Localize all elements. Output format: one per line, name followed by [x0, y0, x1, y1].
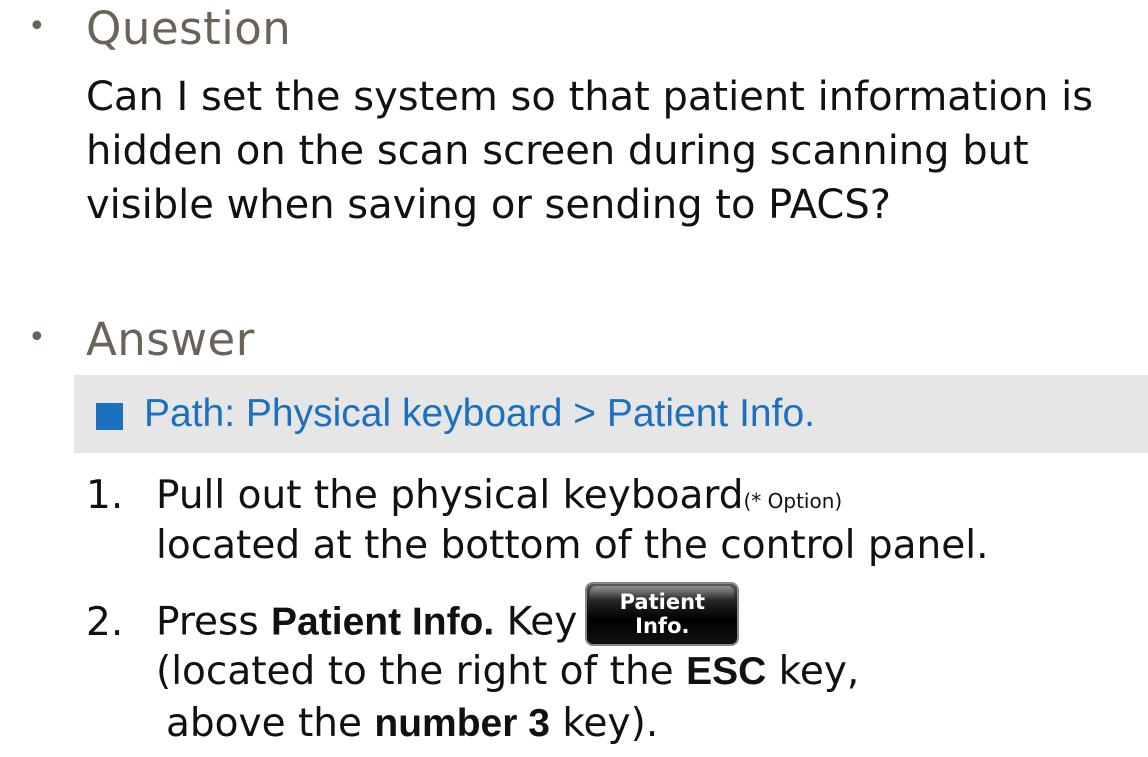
- step-2-line-2-post: key,: [766, 649, 860, 694]
- step-2-line-3: above the number 3 key).: [166, 697, 658, 751]
- key-icon-line-2: Info.: [635, 614, 690, 638]
- step-2-line-2-pre: (located to the right of the: [156, 649, 687, 694]
- step-2-line-2: (located to the right of the ESC key,: [156, 645, 859, 699]
- answer-bullet: •: [28, 320, 46, 355]
- question-heading: Question: [86, 2, 292, 55]
- patient-info-key-name: Patient Info.: [271, 600, 495, 644]
- patient-info-key-icon: Patient Info.: [585, 582, 740, 646]
- step-1-number: 1.: [86, 473, 124, 518]
- answer-heading: Answer: [86, 313, 255, 366]
- step-2-press: Press: [156, 599, 272, 645]
- question-text: Can I set the system so that patient inf…: [86, 74, 1094, 228]
- key-icon-line-1: Patient: [619, 590, 706, 614]
- step-2-key-word: Key: [494, 599, 578, 645]
- option-note: (* Option): [743, 489, 843, 513]
- square-icon: [96, 403, 123, 430]
- path-banner: Path: Physical keyboard > Patient Info.: [74, 375, 1148, 453]
- esc-key-name: ESC: [686, 650, 767, 693]
- path-text: Path: Physical keyboard > Patient Info.: [144, 392, 815, 435]
- question-bullet: •: [28, 9, 46, 44]
- step-2-line-3-post: key).: [549, 701, 659, 746]
- step-1-line-2: located at the bottom of the control pan…: [156, 523, 989, 568]
- step-2-number: 2.: [86, 599, 124, 645]
- step-1-text: Pull out the physical keyboard: [156, 473, 744, 518]
- step-2-line-3-pre: above the: [166, 701, 375, 746]
- number-3-key-name: number 3: [374, 702, 550, 745]
